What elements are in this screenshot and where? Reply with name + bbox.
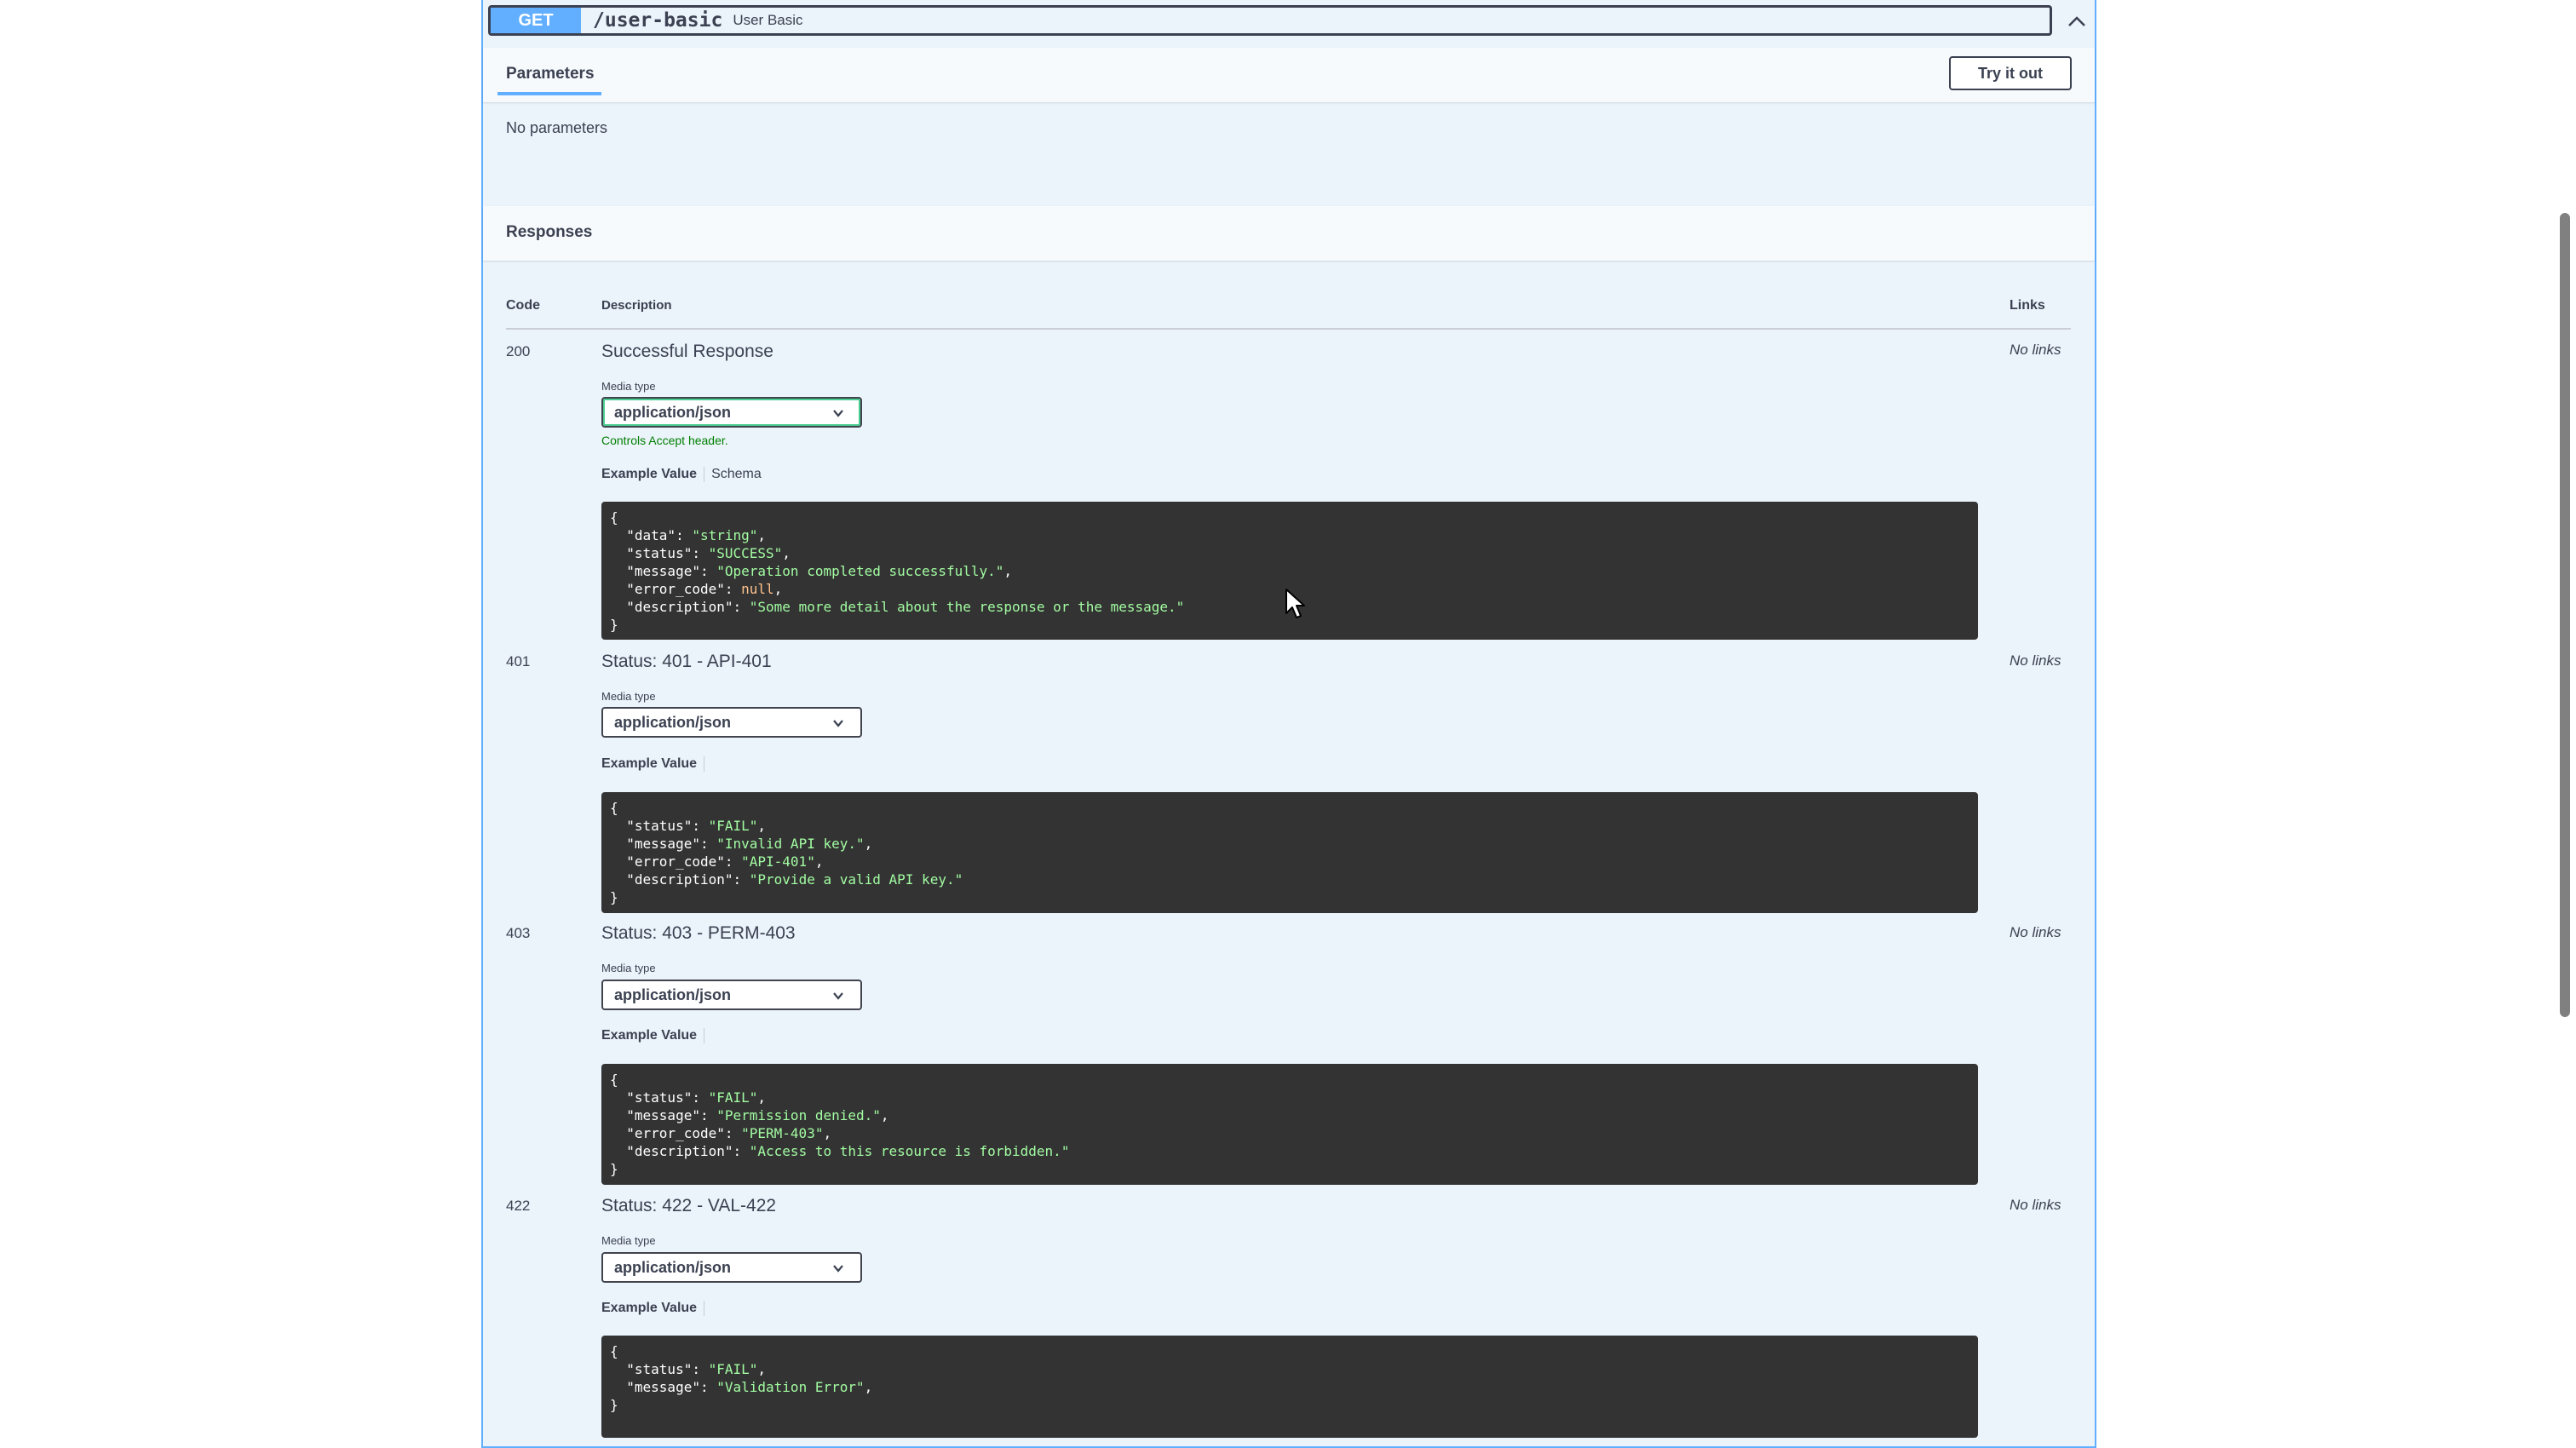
no-parameters-text: No parameters	[506, 119, 608, 136]
column-header-code: Code	[506, 298, 540, 313]
json-key: "data"	[626, 527, 676, 543]
media-type-select[interactable]: application/json	[601, 397, 862, 428]
response-links: No links	[2010, 924, 2061, 940]
try-it-out-button[interactable]: Try it out	[1949, 56, 2072, 90]
responses-header: Responses	[483, 206, 2095, 261]
media-type-value: application/json	[614, 713, 732, 731]
response-description: Status: 422 - VAL-422	[601, 1196, 777, 1215]
chevron-down-icon	[833, 992, 843, 1000]
tab-parameters[interactable]: Parameters	[506, 65, 595, 83]
json-value: "FAIL"	[708, 1089, 758, 1106]
media-type-label: Media type	[601, 962, 656, 974]
accept-header-note: Controls Accept header.	[601, 434, 728, 447]
json-value: "Provide a valid API key."	[749, 871, 963, 888]
json-value: "Permission denied."	[716, 1107, 881, 1123]
example-tabs: Example Value	[601, 1028, 711, 1043]
operation-summary[interactable]: GET /user-basic User Basic	[488, 5, 2052, 36]
json-value: null	[741, 581, 774, 597]
json-value: "PERM-403"	[741, 1125, 824, 1141]
json-value: "string"	[692, 527, 758, 543]
json-value: "SUCCESS"	[708, 545, 783, 561]
responses-title: Responses	[506, 223, 593, 241]
endpoint-summary: User Basic	[733, 12, 803, 28]
response-links: No links	[2010, 652, 2061, 669]
json-key: "error_code"	[626, 853, 725, 870]
media-type-label: Media type	[601, 690, 656, 703]
media-type-value: application/json	[614, 985, 732, 1003]
json-key: "description"	[626, 599, 733, 615]
example-tabs: Example Value Schema	[601, 467, 762, 482]
json-key: "description"	[626, 871, 733, 888]
response-code: 401	[506, 653, 531, 669]
media-type-value: application/json	[614, 403, 732, 421]
json-key: "error_code"	[626, 581, 725, 597]
tab-example-value[interactable]: Example Value	[601, 1028, 697, 1043]
example-json: { "status": "FAIL", "message": "Invalid …	[610, 800, 963, 905]
json-key: "status"	[626, 1361, 693, 1377]
scrollbar-thumb[interactable]	[2560, 213, 2570, 1017]
response-links: No links	[2010, 342, 2061, 358]
media-type-label: Media type	[601, 380, 656, 393]
json-key: "error_code"	[626, 1125, 725, 1141]
response-description: Status: 403 - PERM-403	[601, 923, 796, 943]
example-json: { "status": "FAIL", "message": "Validati…	[610, 1343, 873, 1413]
chevron-down-icon	[833, 410, 843, 417]
example-code-block: { "status": "FAIL", "message": "Permissi…	[601, 1064, 1978, 1185]
http-method-badge: GET	[491, 8, 581, 33]
example-tabs: Example Value	[601, 756, 711, 772]
chevron-up-icon	[2068, 16, 2085, 26]
json-value: "Validation Error"	[716, 1379, 865, 1395]
json-value: "FAIL"	[708, 1361, 758, 1377]
tab-underline	[497, 92, 601, 95]
json-value: "Access to this resource is forbidden."	[749, 1143, 1070, 1159]
example-json: { "status": "FAIL", "message": "Permissi…	[610, 1072, 1070, 1177]
media-type-select[interactable]: application/json	[601, 980, 862, 1010]
json-value: "FAIL"	[708, 818, 758, 834]
response-description: Successful Response	[601, 342, 773, 361]
response-code: 200	[506, 343, 531, 359]
tab-example-value[interactable]: Example Value	[601, 756, 697, 772]
response-description: Status: 401 - API-401	[601, 652, 772, 671]
response-links: No links	[2010, 1197, 2061, 1213]
json-key: "description"	[626, 1143, 733, 1159]
json-key: "message"	[626, 1107, 700, 1123]
json-value: "API-401"	[741, 853, 815, 870]
example-tabs: Example Value	[601, 1301, 711, 1316]
json-value: "Operation completed successfully."	[716, 563, 1004, 579]
collapse-button[interactable]	[2062, 9, 2091, 34]
response-code: 403	[506, 925, 531, 941]
json-key: "message"	[626, 563, 700, 579]
column-header-description: Description	[601, 298, 672, 313]
media-type-label: Media type	[601, 1234, 656, 1247]
response-code: 422	[506, 1198, 531, 1214]
column-header-links: Links	[2010, 298, 2045, 313]
json-key: "message"	[626, 836, 700, 852]
json-key: "status"	[626, 545, 693, 561]
json-value: "Invalid API key."	[716, 836, 865, 852]
example-code-block: { "status": "FAIL", "message": "Invalid …	[601, 792, 1978, 913]
operation-block: GET /user-basic User Basic Parameters Tr…	[481, 0, 2096, 1448]
parameters-header: Parameters	[483, 48, 2095, 102]
table-divider	[506, 328, 2071, 330]
json-key: "status"	[626, 1089, 693, 1106]
tab-example-value[interactable]: Example Value	[601, 467, 697, 482]
json-value: "Some more detail about the response or …	[749, 599, 1185, 615]
json-key: "status"	[626, 818, 693, 834]
example-code-block: { "status": "FAIL", "message": "Validati…	[601, 1336, 1978, 1438]
chevron-down-icon	[833, 1265, 843, 1273]
json-key: "message"	[626, 1379, 700, 1395]
tab-schema[interactable]: Schema	[711, 467, 762, 482]
media-type-select[interactable]: application/json	[601, 707, 862, 738]
media-type-value: application/json	[614, 1258, 732, 1276]
tab-example-value[interactable]: Example Value	[601, 1301, 697, 1316]
media-type-select[interactable]: application/json	[601, 1252, 862, 1283]
chevron-down-icon	[833, 720, 843, 727]
mouse-cursor-icon	[1285, 589, 1305, 618]
endpoint-path: /user-basic	[593, 9, 723, 32]
